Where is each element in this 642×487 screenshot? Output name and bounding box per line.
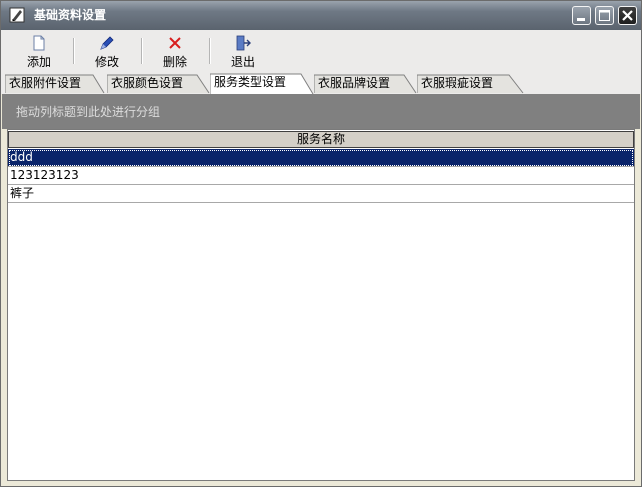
pen-icon	[99, 35, 115, 51]
exit-door-icon	[235, 35, 251, 51]
maximize-button[interactable]	[595, 6, 614, 25]
delete-x-icon	[167, 35, 183, 51]
tab-clothing-brands[interactable]: 衣服品牌设置	[314, 74, 417, 94]
new-document-icon	[31, 35, 47, 51]
tab-clothing-colors[interactable]: 衣服颜色设置	[107, 74, 210, 94]
edit-button[interactable]: 修改	[77, 33, 137, 71]
close-icon	[622, 10, 633, 21]
app-pencil-icon	[9, 7, 25, 23]
tab-clothing-accessories[interactable]: 衣服附件设置	[5, 74, 105, 94]
group-by-hint: 拖动列标题到此处进行分组	[16, 105, 161, 119]
toolbar-separator	[141, 38, 143, 64]
toolbar-separator	[209, 38, 211, 64]
tab-label: 衣服附件设置	[9, 76, 82, 90]
edit-label: 修改	[94, 55, 119, 69]
delete-button[interactable]: 删除	[145, 33, 205, 71]
exit-button[interactable]: 退出	[213, 33, 273, 71]
tab-label: 衣服品牌设置	[318, 76, 391, 90]
tab-service-types[interactable]: 服务类型设置	[210, 73, 314, 94]
add-label: 添加	[26, 55, 51, 69]
delete-label: 删除	[162, 55, 187, 69]
toolbar-separator	[73, 38, 75, 64]
service-types-grid[interactable]: 服务名称 ddd 123123123 裤子	[7, 129, 635, 481]
tab-label: 服务类型设置	[214, 75, 287, 89]
group-by-panel[interactable]: 拖动列标题到此处进行分组	[2, 94, 640, 129]
title-bar[interactable]: 基础资料设置	[1, 1, 641, 30]
table-row[interactable]: 裤子	[8, 185, 634, 203]
table-row[interactable]: 123123123	[8, 167, 634, 185]
toolbar: 添加 修改 删除 退出	[1, 30, 641, 73]
main-window: 基础资料设置 添加 修改 删除 退出 衣服附件设置 衣服颜色设置 服务类型设置 …	[0, 0, 642, 487]
add-button[interactable]: 添加	[9, 33, 69, 71]
tab-strip: 衣服附件设置 衣服颜色设置 服务类型设置 衣服品牌设置 衣服瑕疵设置	[1, 73, 641, 94]
exit-label: 退出	[230, 55, 255, 69]
close-button[interactable]	[618, 6, 637, 25]
tab-label: 衣服颜色设置	[111, 76, 184, 90]
minimize-button[interactable]	[572, 6, 591, 25]
tab-clothing-defects[interactable]: 衣服瑕疵设置	[417, 74, 524, 94]
table-row[interactable]: ddd	[8, 149, 634, 167]
column-header-service-name[interactable]: 服务名称	[8, 131, 634, 148]
maximize-icon	[599, 10, 610, 21]
window-title: 基础资料设置	[34, 8, 107, 22]
minimize-icon	[577, 18, 585, 21]
tab-label: 衣服瑕疵设置	[421, 76, 494, 90]
